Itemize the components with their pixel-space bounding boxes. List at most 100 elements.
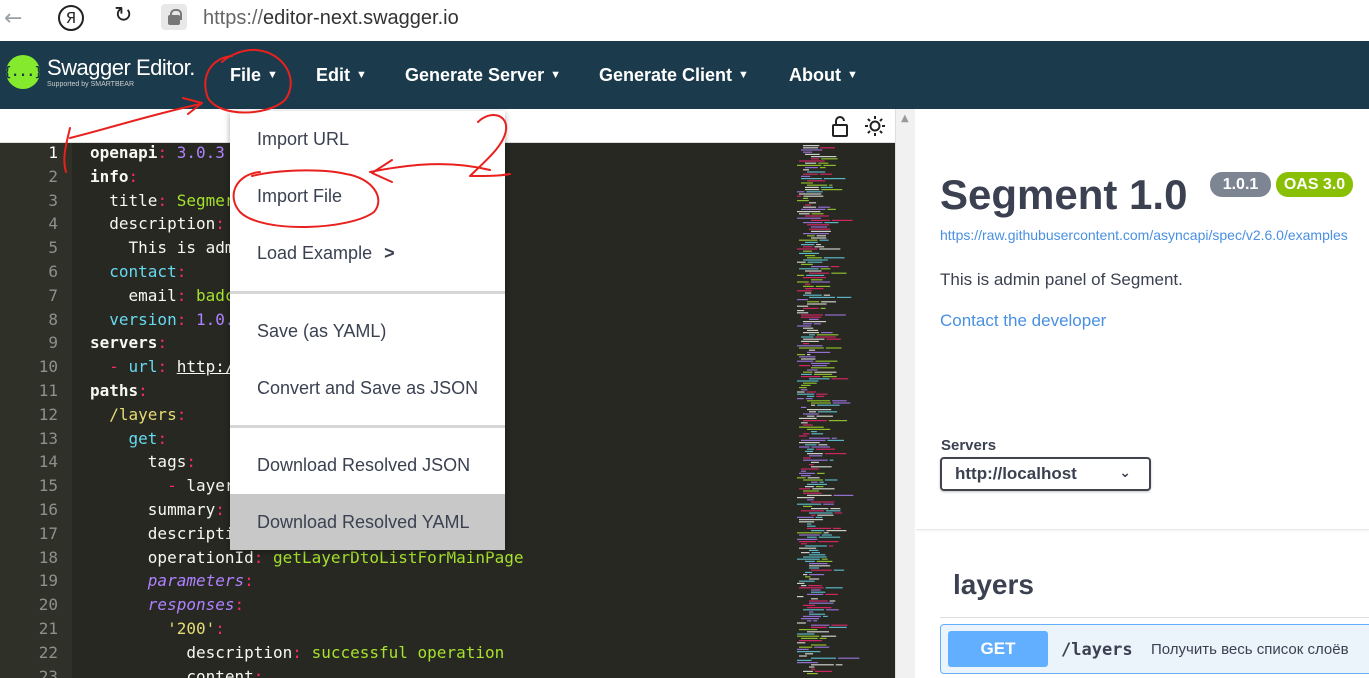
code-line[interactable]: 22 description: successful operation <box>0 643 895 667</box>
menu-item-download-resolved-json[interactable]: Download Resolved JSON <box>230 437 505 494</box>
minimap-line <box>797 648 809 650</box>
minimap-line <box>803 371 813 373</box>
minimap-line <box>827 208 836 210</box>
minimap-line <box>815 448 835 450</box>
servers-label: Servers <box>941 437 997 454</box>
code-line[interactable]: 23 content: <box>0 667 895 678</box>
minimap-line <box>805 398 813 400</box>
minimap-line <box>797 596 804 598</box>
code-line[interactable]: 19 parameters: <box>0 571 895 595</box>
menu-generate-server-label: Generate Server <box>405 64 545 85</box>
minimap-line <box>820 186 833 188</box>
minimap-line <box>832 527 842 529</box>
minimap-line <box>805 444 817 446</box>
unlock-icon[interactable] <box>830 115 850 137</box>
minimap-line <box>805 204 811 206</box>
contact-developer-link[interactable]: Contact the developer <box>940 311 1106 331</box>
minimap-line <box>807 171 826 173</box>
swagger-logo[interactable]: {...} Swagger Editor. Supported by SMART… <box>3 54 195 89</box>
minimap-line <box>799 442 820 444</box>
tag-divider <box>940 617 1369 618</box>
editor-minimap[interactable] <box>797 143 877 678</box>
lock-icon[interactable] <box>161 4 187 30</box>
line-number: 5 <box>48 238 58 258</box>
logo-title: Swagger Editor. <box>47 54 195 80</box>
spec-url-link[interactable]: https://raw.githubusercontent.com/asynca… <box>940 227 1348 243</box>
menu-item-convert-save-json[interactable]: Convert and Save as JSON <box>230 360 505 417</box>
menu-item-load-example[interactable]: Load Example > <box>230 225 505 282</box>
menu-edit[interactable]: Edit ▼ <box>316 41 367 109</box>
minimap-line <box>811 367 835 369</box>
editor-scrollbar[interactable]: ▲ <box>895 109 915 678</box>
tag-title-layers[interactable]: layers <box>953 569 1034 601</box>
minimap-line <box>801 585 807 587</box>
back-arrow-icon[interactable]: ← <box>4 6 22 31</box>
minimap-line <box>819 637 827 639</box>
menu-generate-server[interactable]: Generate Server ▼ <box>405 41 561 109</box>
menu-item-label: Save (as YAML) <box>257 321 387 341</box>
minimap-line <box>826 338 841 340</box>
minimap-line <box>832 402 851 404</box>
menu-item-download-resolved-yaml[interactable]: Download Resolved YAML <box>230 494 505 550</box>
menu-file[interactable]: File ▼ <box>230 41 278 109</box>
code-text: parameters: <box>147 571 254 591</box>
minimap-line <box>797 281 809 283</box>
minimap-line <box>811 668 816 670</box>
scroll-up-icon[interactable]: ▲ <box>901 113 909 124</box>
menu-item-save-yaml[interactable]: Save (as YAML) <box>230 303 505 360</box>
address-bar[interactable]: https://editor-next.swagger.io <box>203 7 459 30</box>
menu-generate-client[interactable]: Generate Client ▼ <box>599 41 749 109</box>
menu-item-import-file[interactable]: Import File <box>230 168 505 225</box>
code-line[interactable]: 20 responses: <box>0 595 895 619</box>
swagger-logo-icon: {...} <box>3 55 43 89</box>
minimap-line <box>805 189 820 191</box>
minimap-line <box>807 351 831 353</box>
theme-toggle-sun-icon[interactable] <box>864 115 886 137</box>
minimap-line <box>797 164 822 166</box>
minimap-line <box>829 459 834 461</box>
menu-about[interactable]: About ▼ <box>789 41 858 109</box>
minimap-line <box>799 488 811 490</box>
minimap-line <box>811 446 830 448</box>
minimap-line <box>811 569 832 571</box>
minimap-line <box>809 455 823 457</box>
code-text: servers: <box>90 333 168 353</box>
minimap-line <box>805 186 819 188</box>
minimap-line <box>801 149 823 151</box>
minimap-line <box>809 349 816 351</box>
minimap-line <box>797 393 815 395</box>
code-line[interactable]: 18 operationId: getLayerDtoListForMainPa… <box>0 548 895 572</box>
minimap-line <box>835 664 843 666</box>
line-number: 3 <box>48 190 58 210</box>
menu-item-import-url[interactable]: Import URL <box>230 111 505 168</box>
minimap-line <box>803 490 819 492</box>
minimap-line <box>803 151 813 153</box>
operation-get-layers[interactable]: GET /layers Получить весь список слоёв <box>940 624 1369 674</box>
minimap-line <box>801 637 818 639</box>
minimap-line <box>824 222 839 224</box>
minimap-line <box>799 365 811 367</box>
minimap-line <box>799 580 815 582</box>
minimap-line <box>806 274 825 276</box>
minimap-line <box>803 173 818 175</box>
reload-icon[interactable]: ↻ <box>114 3 132 28</box>
yandex-logo-icon[interactable]: Я <box>58 5 84 31</box>
minimap-line <box>807 673 818 675</box>
code-text: - url: http:/ <box>109 357 235 377</box>
minimap-line <box>811 237 827 239</box>
minimap-line <box>836 296 852 298</box>
minimap-line <box>823 257 845 259</box>
minimap-line <box>799 472 815 474</box>
minimap-line <box>807 180 826 182</box>
code-text: /layers: <box>109 404 187 424</box>
minimap-line <box>811 591 826 593</box>
servers-select[interactable]: http://localhost ⌄ <box>940 457 1151 491</box>
minimap-line <box>833 494 854 496</box>
minimap-line <box>801 208 826 210</box>
minimap-line <box>801 618 820 620</box>
minimap-line <box>819 167 826 169</box>
minimap-line <box>818 536 841 538</box>
code-line[interactable]: 21 '200': <box>0 619 895 643</box>
minimap-line <box>805 255 816 257</box>
minimap-line <box>805 560 815 562</box>
